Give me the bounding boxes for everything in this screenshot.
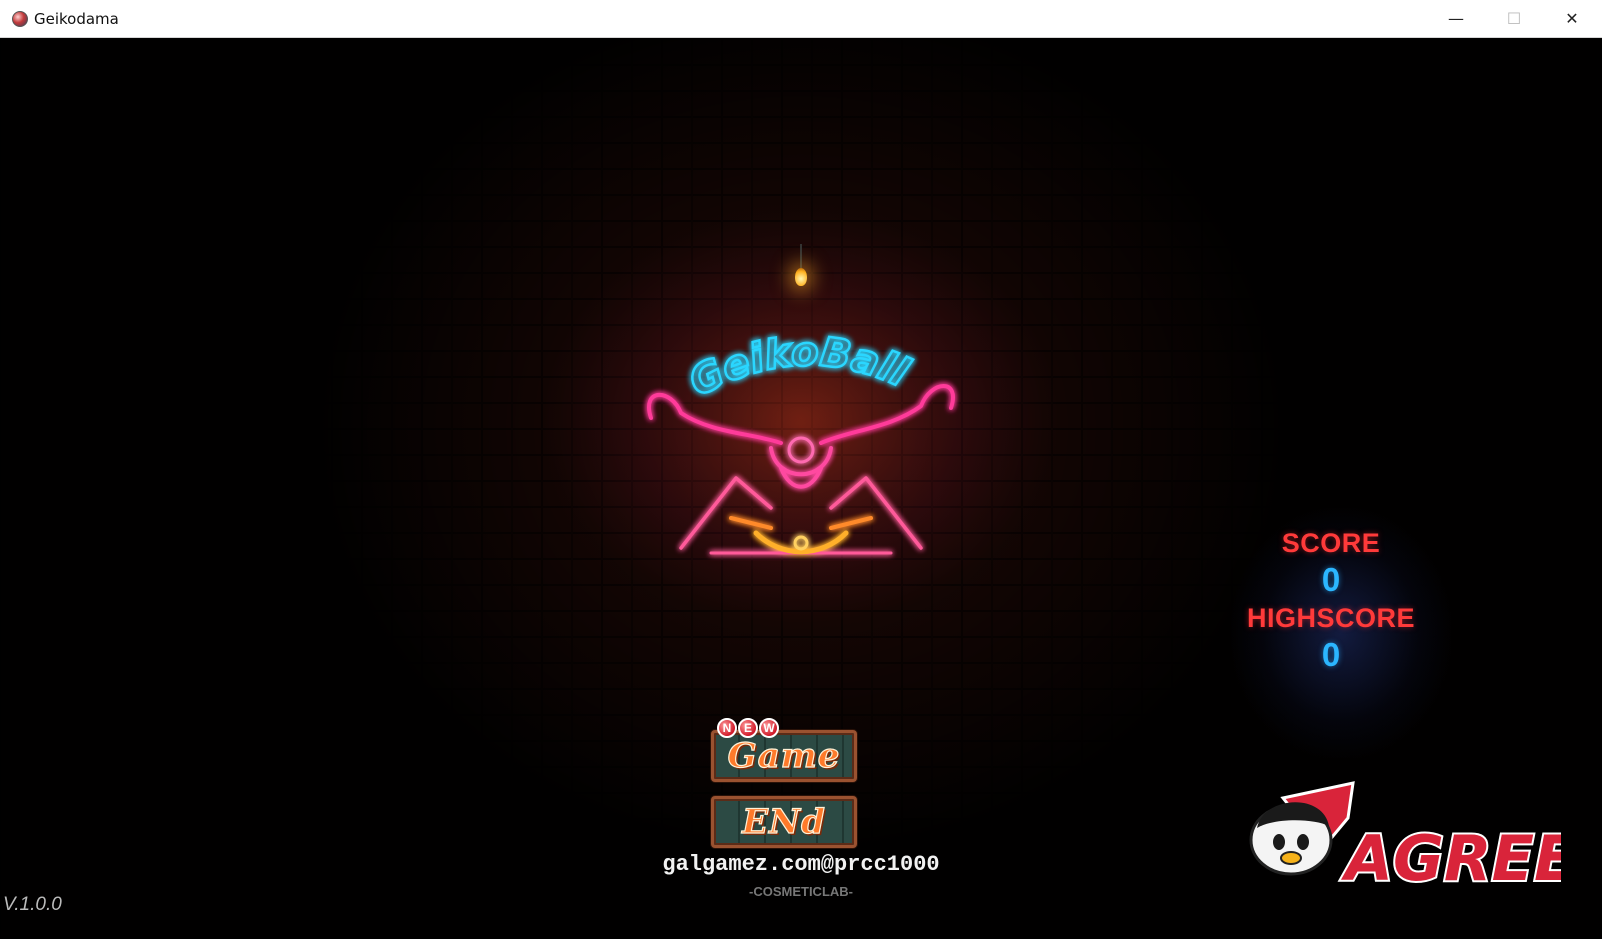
highscore-label: HIGHSCORE — [1246, 603, 1416, 633]
score-value: 0 — [1321, 561, 1341, 598]
score-panel: SCORE 0 HIGHSCORE 0 — [1241, 528, 1421, 678]
studio-label: -COSMETICLAB- — [749, 884, 853, 899]
credit-text: galgamez.com@prcc1000 — [662, 852, 940, 877]
svg-text:GeikoBall: GeikoBall — [682, 329, 916, 406]
light-bulb-icon — [795, 268, 807, 286]
bulb-wire — [800, 244, 802, 270]
minimize-button[interactable]: — — [1427, 0, 1485, 37]
close-button[interactable]: ✕ — [1543, 0, 1601, 37]
maximize-button[interactable]: ☐ — [1485, 0, 1543, 37]
agree-text: AGREE — [1340, 822, 1561, 893]
version-label: V.1.0.0 — [3, 894, 62, 915]
geikoball-neon-logo: GeikoBall — [647, 328, 955, 555]
new-game-label: Game — [727, 735, 841, 776]
end-label: ENd — [742, 801, 826, 842]
new-badge-letter: E — [738, 718, 758, 738]
new-badge-letter: N — [717, 718, 737, 738]
window-title: Geikodama — [34, 10, 119, 28]
highscore-value: 0 — [1321, 636, 1341, 673]
end-button[interactable]: ENd — [711, 796, 857, 848]
game-canvas: GeikoBall SCORE 0 HIGHSCORE 0 Game N E W… — [1, 38, 1601, 938]
agree-brand-logo: AGREE — [1249, 781, 1561, 893]
new-badge-letter: W — [759, 718, 779, 738]
title-bar: Geikodama — ☐ ✕ — [0, 0, 1602, 38]
new-badge: N E W — [717, 718, 779, 738]
logo-text: GeikoBall — [681, 328, 918, 407]
app-icon — [12, 11, 28, 27]
score-label: SCORE — [1281, 528, 1381, 558]
